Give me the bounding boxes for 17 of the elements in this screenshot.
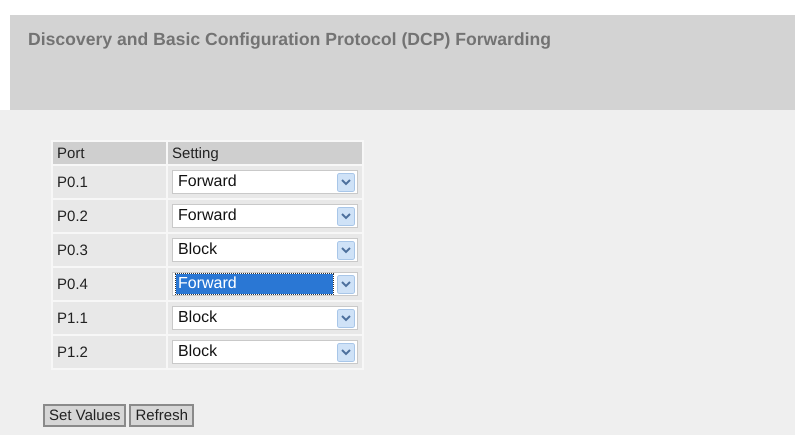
port-cell: P0.2 (53, 200, 166, 232)
column-header: Port (53, 142, 166, 164)
action-button[interactable]: Set Values (43, 404, 126, 427)
page-title: Discovery and Basic Configuration Protocol (DCP) Forwarding (10, 15, 795, 110)
column-header: Setting (168, 142, 362, 164)
setting-dropdown[interactable]: Forward (172, 272, 358, 296)
port-cell: P1.2 (53, 336, 166, 368)
port-cell: P0.1 (53, 166, 166, 198)
port-cell: P0.3 (53, 234, 166, 266)
setting-dropdown[interactable]: Forward (172, 204, 358, 228)
setting-dropdown[interactable]: Block (172, 340, 358, 364)
port-cell: P0.4 (53, 268, 166, 300)
action-button[interactable]: Refresh (129, 404, 194, 427)
setting-dropdown[interactable]: Block (172, 306, 358, 330)
setting-dropdown[interactable]: Block (172, 238, 358, 262)
setting-dropdown[interactable]: Forward (172, 170, 358, 194)
port-cell: P1.1 (53, 302, 166, 334)
